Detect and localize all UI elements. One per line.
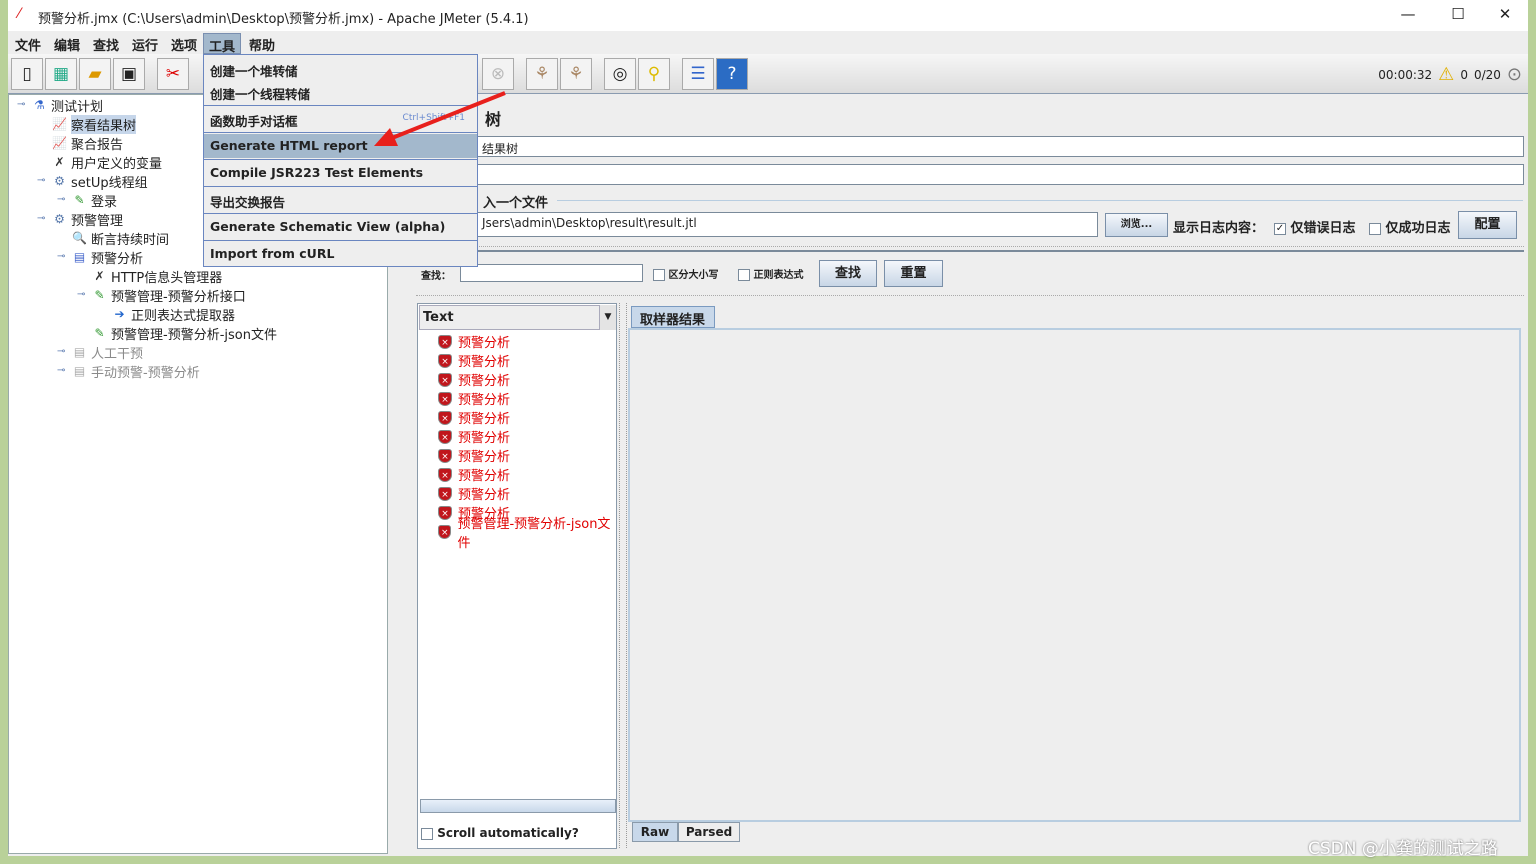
watermark: CSDN @小龚的测试之路 bbox=[1308, 839, 1498, 859]
annotation-arrow bbox=[374, 91, 506, 146]
